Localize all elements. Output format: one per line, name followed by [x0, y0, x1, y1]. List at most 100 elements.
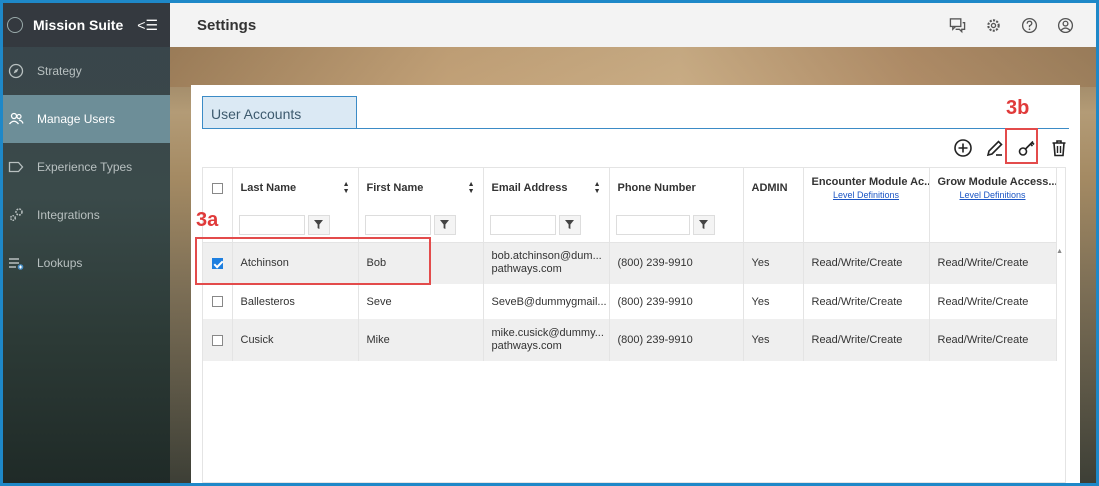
cell-phone: (800) 239-9910 [609, 284, 744, 319]
cell-admin: Yes [743, 319, 804, 361]
row-select-cell [203, 284, 233, 319]
column-label: Email Address [491, 182, 568, 194]
table-row[interactable]: Cusick Mike mike.cusick@dummy... pathways… [203, 319, 1057, 361]
logo-icon [7, 17, 23, 33]
filter-cell-phone [609, 208, 744, 243]
sort-icon[interactable]: ▲ ▼ [594, 181, 601, 195]
column-header-last-name[interactable]: Last Name ▲ ▼ [232, 168, 359, 208]
tab-user-accounts[interactable]: User Accounts [202, 96, 357, 129]
filter-cell-empty [929, 208, 1057, 243]
last-name-filter-input[interactable] [238, 214, 305, 235]
top-bar: Settings [170, 3, 1096, 47]
collapse-sidebar-button[interactable]: <☰ [137, 17, 158, 34]
add-user-button[interactable] [952, 137, 974, 159]
tab-underline [202, 128, 1069, 129]
cell-first-name: Mike [358, 319, 484, 361]
select-all-checkbox[interactable] [211, 182, 223, 194]
filter-button[interactable] [433, 214, 456, 235]
column-label: Phone Number [617, 182, 696, 194]
brand-bar: Mission Suite <☰ [3, 3, 170, 47]
funnel-icon [565, 220, 574, 230]
add-icon [954, 139, 972, 157]
row-checkbox[interactable] [211, 296, 223, 308]
compass-icon [7, 62, 25, 80]
user-account-icon[interactable] [1056, 16, 1074, 34]
row-checkbox[interactable] [211, 334, 223, 346]
row-select-cell [203, 319, 233, 361]
email-filter-input[interactable] [489, 214, 556, 235]
edit-user-button[interactable] [984, 137, 1006, 159]
sidebar-item-label: Integrations [37, 208, 100, 222]
cell-admin: Yes [743, 242, 804, 284]
chat-icon[interactable] [948, 16, 966, 34]
phone-filter-input[interactable] [615, 214, 690, 235]
funnel-icon [440, 220, 449, 230]
sidebar-item-strategy[interactable]: Strategy [3, 47, 170, 95]
level-definitions-link-grow[interactable]: Level Definitions [938, 190, 1048, 200]
filter-button[interactable] [692, 214, 715, 235]
user-accounts-card: User Accounts Last Name ▲ ▼ First Name ▲… [191, 85, 1080, 483]
column-label: Last Name [240, 182, 297, 194]
funnel-icon [699, 220, 708, 230]
page-title: Settings [197, 16, 257, 34]
select-all-cell [203, 168, 233, 208]
cell-encounter: Read/Write/Create [803, 242, 930, 284]
cell-admin: Yes [743, 284, 804, 319]
level-definitions-link-encounter[interactable]: Level Definitions [812, 190, 921, 200]
sort-icon[interactable]: ▲ ▼ [343, 181, 350, 195]
list-add-icon [7, 254, 25, 272]
app-title: Mission Suite [33, 17, 124, 33]
header-actions [948, 16, 1074, 34]
filter-cell-empty [743, 208, 804, 243]
column-header-encounter[interactable]: Encounter Module Ac... Level Definitions [803, 168, 930, 208]
annotation-label-3b: 3b [1006, 97, 1030, 119]
column-label: Grow Module Access... [937, 176, 1056, 188]
tag-icon [7, 158, 25, 176]
table-row[interactable]: Ballesteros Seve SeveB@dummygmail... (80… [203, 284, 1057, 319]
cell-last-name: Ballesteros [232, 284, 359, 319]
cell-email: mike.cusick@dummy... pathways.com [483, 319, 610, 361]
app-window: Mission Suite <☰ Strategy Manage Users E… [3, 3, 1096, 483]
email-line: pathways.com [491, 340, 562, 352]
filter-button[interactable] [558, 214, 581, 235]
sidebar-item-lookups[interactable]: Lookups [3, 239, 170, 287]
first-name-filter-input[interactable] [364, 214, 431, 235]
help-icon[interactable] [1020, 16, 1038, 34]
funnel-icon [314, 220, 323, 230]
cell-first-name: Seve [358, 284, 484, 319]
users-icon [7, 110, 25, 128]
gear-icon[interactable] [984, 16, 1002, 34]
annotation-box-3b [1005, 128, 1038, 164]
email-line: mike.cusick@dummy... [491, 327, 604, 339]
cell-encounter: Read/Write/Create [803, 284, 930, 319]
cell-phone: (800) 239-9910 [609, 242, 744, 284]
sidebar-item-label: Manage Users [37, 112, 116, 126]
sort-icon[interactable]: ▲ ▼ [468, 181, 475, 195]
sidebar-item-integrations[interactable]: Integrations [3, 191, 170, 239]
delete-user-button[interactable] [1048, 137, 1070, 159]
column-label: ADMIN [751, 182, 788, 194]
sidebar-item-experience-types[interactable]: Experience Types [3, 143, 170, 191]
filter-button[interactable] [307, 214, 330, 235]
column-header-first-name[interactable]: First Name ▲ ▼ [358, 168, 484, 208]
email-line: pathways.com [491, 263, 562, 276]
column-label: First Name [366, 182, 424, 194]
cell-encounter: Read/Write/Create [803, 319, 930, 361]
column-header-phone[interactable]: Phone Number [609, 168, 744, 208]
column-header-email[interactable]: Email Address ▲ ▼ [483, 168, 610, 208]
email-line: bob.atchinson@dum... [491, 250, 602, 263]
cell-last-name: Cusick [232, 319, 359, 361]
column-label: Encounter Module Ac... [811, 176, 929, 188]
users-grid: Last Name ▲ ▼ First Name ▲ ▼ Email Address ▲ ▼… [202, 167, 1066, 483]
scroll-up-arrow-icon[interactable]: ▲ [1056, 248, 1063, 255]
sidebar-item-label: Strategy [37, 64, 82, 78]
gears-icon [7, 206, 25, 224]
cell-email: bob.atchinson@dum... pathways.com [483, 242, 610, 284]
annotation-label-3a: 3a [196, 209, 219, 231]
column-header-grow[interactable]: Grow Module Access... Level Definitions [929, 168, 1057, 208]
sidebar-item-manage-users[interactable]: Manage Users [3, 95, 170, 143]
sidebar-item-label: Lookups [37, 256, 83, 270]
annotation-box-3a [195, 237, 431, 285]
sidebar: Mission Suite <☰ Strategy Manage Users E… [3, 3, 170, 483]
column-header-admin[interactable]: ADMIN [743, 168, 804, 208]
